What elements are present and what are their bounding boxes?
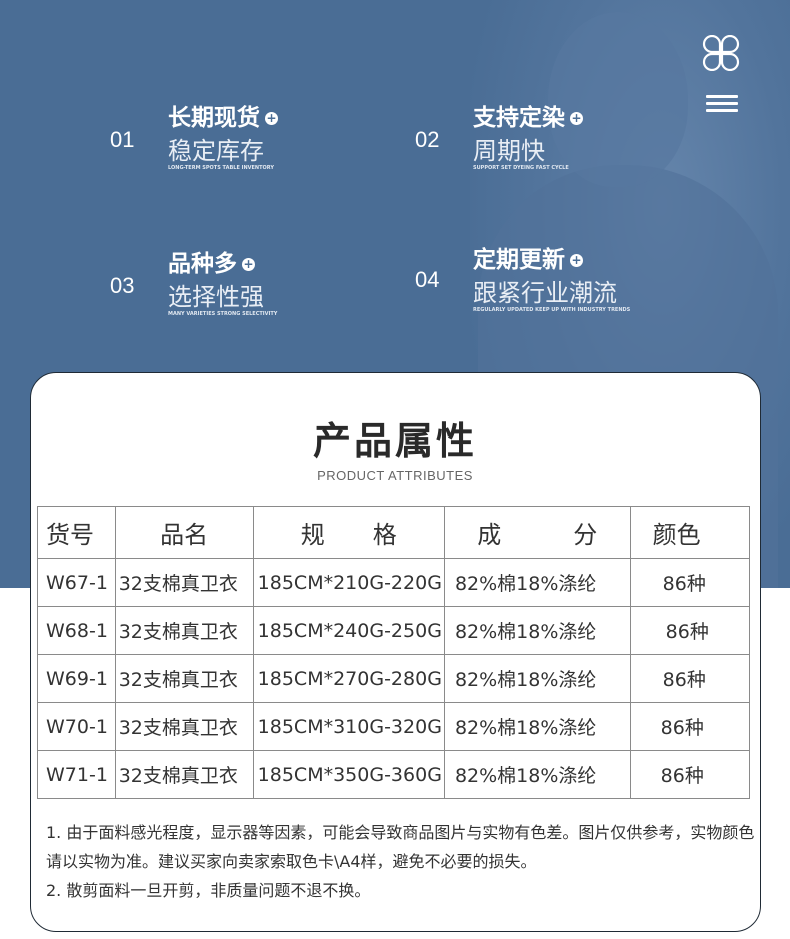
- notes: 1. 由于面料感光程度，显示器等因素，可能会导致商品图片与实物有色差。图片仅供参…: [46, 818, 756, 905]
- header-spec: 规 格: [252, 506, 445, 559]
- cell-composition: 82%棉18%涤纶: [443, 606, 631, 655]
- cell-name: 32支棉真卫衣: [114, 702, 254, 751]
- table-row: W71-1 32支棉真卫衣 185CM*350G-360G 82%棉18%涤纶 …: [37, 750, 751, 799]
- table-row: W67-1 32支棉真卫衣 185CM*210G-220G 82%棉18%涤纶 …: [37, 558, 751, 607]
- table-header-row: 货号 品名 规 格 成 分 颜色: [37, 506, 751, 559]
- feature-number: 01: [110, 127, 135, 152]
- feature-subtitle: 稳定库存: [168, 137, 264, 165]
- cell-spec: 185CM*270G-280G: [252, 654, 445, 703]
- cell-composition: 82%棉18%涤纶: [443, 558, 631, 607]
- feature-english: REGULARLY UPDATED KEEP UP WITH INDUSTRY …: [473, 307, 631, 313]
- feature-number: 02: [415, 127, 440, 152]
- table-row: W68-1 32支棉真卫衣 185CM*240G-250G 82%棉18%涤纶 …: [37, 606, 751, 655]
- cell-composition: 82%棉18%涤纶: [443, 654, 631, 703]
- plus-icon: +: [570, 111, 583, 125]
- feature-number: 03: [110, 273, 135, 298]
- table-row: W69-1 32支棉真卫衣 185CM*270G-280G 82%棉18%涤纶 …: [37, 654, 751, 703]
- cell-name: 32支棉真卫衣: [114, 558, 254, 607]
- feature-title: 定期更新 +: [473, 247, 583, 273]
- attributes-table: 货号 品名 规 格 成 分 颜色 W67-1 32支棉真卫衣 185CM*210…: [37, 506, 751, 799]
- cell-name: 32支棉真卫衣: [114, 606, 254, 655]
- cell-name: 32支棉真卫衣: [114, 750, 254, 799]
- cell-name: 32支棉真卫衣: [114, 654, 254, 703]
- cell-sku: W69-1: [37, 654, 116, 703]
- feature-title: 品种多 +: [168, 251, 255, 277]
- cell-sku: W70-1: [37, 702, 116, 751]
- feature-english: SUPPORT SET DYEING FAST CYCLE: [473, 165, 569, 171]
- cell-color: 86种: [629, 750, 751, 799]
- cell-sku: W68-1: [37, 606, 116, 655]
- menu-icon[interactable]: [706, 95, 738, 113]
- plus-icon: +: [265, 111, 278, 125]
- cell-color: 86种: [629, 654, 751, 703]
- feature-english: LONG-TERM SPOTS TABLE INVENTORY: [168, 165, 274, 171]
- header-sku: 货号: [37, 506, 116, 559]
- cell-composition: 82%棉18%涤纶: [443, 750, 631, 799]
- table-row: W70-1 32支棉真卫衣 185CM*310G-320G 82%棉18%涤纶 …: [37, 702, 751, 751]
- feature-subtitle: 跟紧行业潮流: [473, 279, 617, 307]
- cell-spec: 185CM*310G-320G: [252, 702, 445, 751]
- note-1: 1. 由于面料感光程度，显示器等因素，可能会导致商品图片与实物有色差。图片仅供参…: [46, 823, 755, 871]
- feature-english: MANY VARIETIES STRONG SELECTIVITY: [168, 311, 278, 317]
- clover-icon[interactable]: [702, 35, 740, 71]
- cell-sku: W71-1: [37, 750, 116, 799]
- header-name: 品名: [114, 506, 254, 559]
- header-composition: 成 分: [443, 506, 631, 559]
- feature-title: 支持定染 +: [473, 105, 583, 131]
- plus-icon: +: [570, 253, 583, 267]
- cell-sku: W67-1: [37, 558, 116, 607]
- cell-color: 86种: [629, 702, 751, 751]
- feature-subtitle: 周期快: [473, 137, 545, 165]
- header-color: 颜色: [629, 506, 751, 559]
- cell-color: 86种: [629, 606, 751, 655]
- note-2: 2. 散剪面料一旦开剪，非质量问题不退不换。: [46, 881, 371, 900]
- cell-spec: 185CM*240G-250G: [252, 606, 445, 655]
- feature-number: 04: [415, 267, 440, 292]
- feature-subtitle: 选择性强: [168, 283, 264, 311]
- cell-spec: 185CM*350G-360G: [252, 750, 445, 799]
- section-title: 产品属性: [312, 419, 477, 463]
- cell-spec: 185CM*210G-220G: [252, 558, 445, 607]
- plus-icon: +: [242, 257, 255, 271]
- feature-title: 长期现货 +: [168, 105, 278, 131]
- cell-composition: 82%棉18%涤纶: [443, 702, 631, 751]
- section-subtitle: PRODUCT ATTRIBUTES: [317, 468, 473, 483]
- cell-color: 86种: [629, 558, 751, 607]
